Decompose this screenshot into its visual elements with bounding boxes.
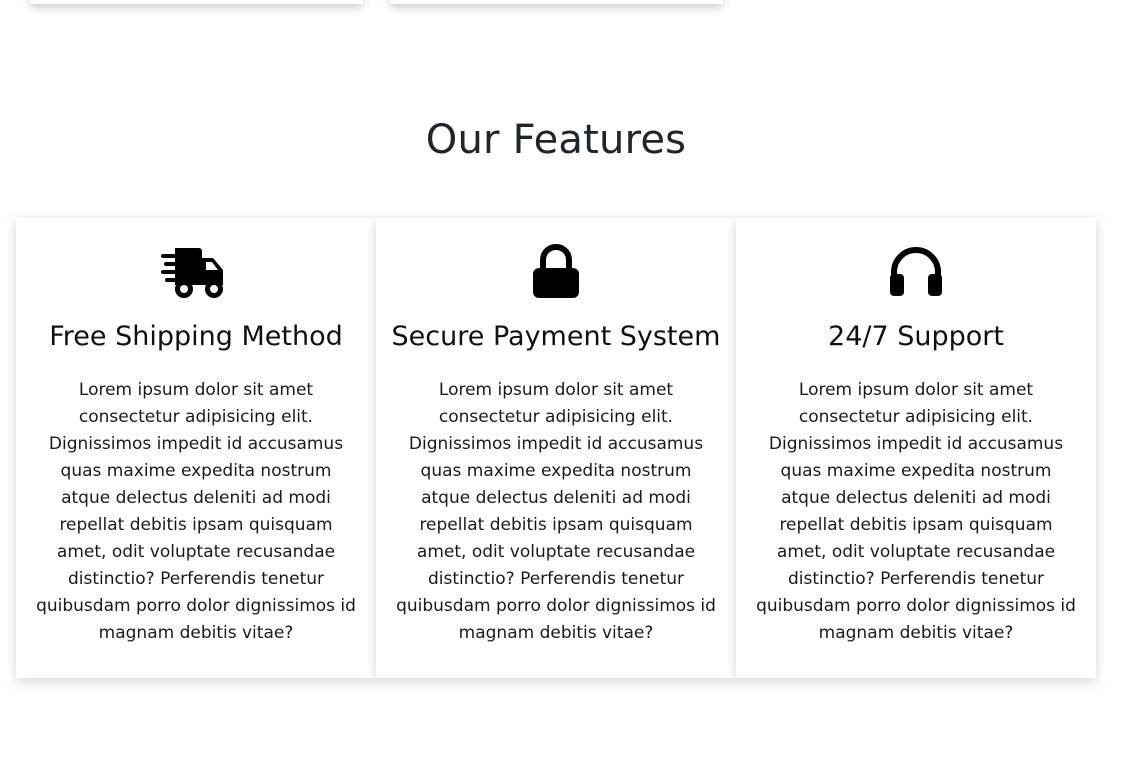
feature-description: Lorem ipsum dolor sit amet consectetur a… <box>396 380 716 643</box>
feature-card-support: 24/7 Support Lorem ipsum dolor sit amet … <box>736 218 1096 678</box>
lock-icon <box>390 244 722 300</box>
previous-section-card <box>390 0 723 4</box>
feature-description: Lorem ipsum dolor sit amet consectetur a… <box>36 380 356 643</box>
headphones-icon <box>750 244 1082 300</box>
feature-card-shipping: Free Shipping Method Lorem ipsum dolor s… <box>16 218 376 678</box>
feature-title: Free Shipping Method <box>49 321 343 352</box>
features-row: Free Shipping Method Lorem ipsum dolor s… <box>16 218 1096 678</box>
feature-card-secure-payment: Secure Payment System Lorem ipsum dolor … <box>376 218 736 678</box>
previous-section-card <box>30 0 363 4</box>
shipping-truck-icon <box>30 244 362 300</box>
feature-title: 24/7 Support <box>828 321 1004 352</box>
feature-description: Lorem ipsum dolor sit amet consectetur a… <box>756 380 1076 643</box>
feature-title: Secure Payment System <box>391 321 721 352</box>
section-title: Our Features <box>425 117 687 163</box>
